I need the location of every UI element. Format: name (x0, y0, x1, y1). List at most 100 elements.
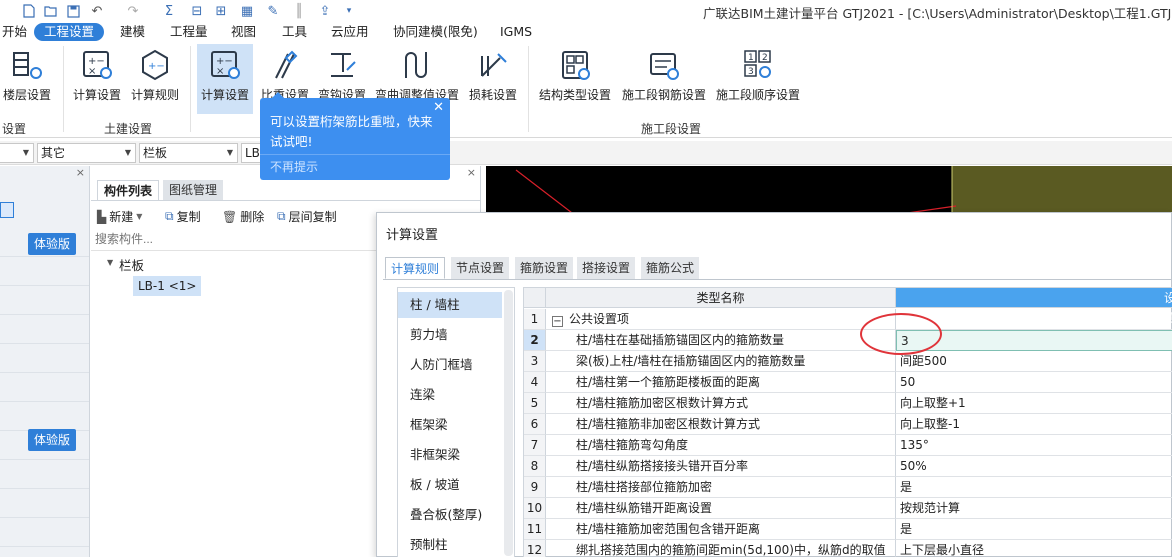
table-row[interactable]: 11 柱/墙柱箍筋加密范围包含错开距离 是 (524, 519, 1172, 540)
column-icon[interactable]: ║ (290, 2, 308, 20)
menu-collab-modeling[interactable]: 协同建模(限免) (393, 23, 478, 41)
category-item[interactable]: 人防门框墙 (398, 352, 502, 378)
menu-modeling[interactable]: 建模 (120, 23, 145, 41)
type-combo[interactable]: 栏板 ▼ (139, 143, 238, 163)
calc-settings-button[interactable]: +− × 计算设置 (70, 44, 124, 114)
table-row[interactable]: 9 柱/墙柱搭接部位箍筋加密 是 (524, 477, 1172, 498)
layout-icon[interactable]: ▦ (238, 2, 256, 20)
drawing-canvas[interactable] (486, 166, 1172, 216)
loss-settings-button[interactable]: 损耗设置 (466, 44, 520, 114)
new-button[interactable]: ▙ 新建 ▼ (97, 208, 142, 225)
section-order-button[interactable]: 1 2 3 施工段顺序设置 (714, 44, 802, 114)
floor-combo[interactable]: ▼ (0, 143, 34, 163)
sum-icon[interactable]: Σ (160, 2, 178, 20)
floor-settings-button[interactable]: 楼层设置 (0, 44, 54, 114)
menu-start[interactable]: 开始 (2, 23, 27, 41)
category-scrollbar[interactable] (504, 290, 513, 556)
list-item[interactable] (0, 403, 89, 431)
list-item[interactable] (0, 316, 89, 344)
type-combo-value: 栏板 (143, 146, 168, 160)
list-item[interactable] (0, 258, 89, 286)
open-file-icon[interactable] (42, 2, 60, 20)
qa-dropdown-icon[interactable]: ▾ (340, 2, 358, 20)
table-row[interactable]: 2 柱/墙柱在基础插筋锚固区内的箍筋数量 3 (524, 330, 1172, 351)
save-icon[interactable] (64, 2, 82, 20)
row-value[interactable]: 间距500 (896, 351, 1172, 372)
close-icon[interactable]: × (467, 166, 476, 179)
svg-text:×: × (88, 66, 96, 77)
export-icon[interactable]: ⇪ (316, 2, 334, 20)
section-rebar-button[interactable]: 施工段钢筋设置 (620, 44, 708, 114)
tree-root-item[interactable]: 栏板 (119, 255, 144, 274)
tab-component-list[interactable]: 构件列表 (97, 180, 160, 200)
trial-badge[interactable]: 体验版 (28, 429, 77, 451)
category-item[interactable]: 非框架梁 (398, 442, 502, 468)
row-value[interactable]: 135° (896, 435, 1172, 456)
menu-tools[interactable]: 工具 (282, 23, 307, 41)
table-row[interactable]: 5 柱/墙柱箍筋加密区根数计算方式 向上取整+1 (524, 393, 1172, 414)
close-icon[interactable]: × (76, 166, 85, 179)
list-item[interactable] (0, 345, 89, 373)
floor-copy-button[interactable]: ⧉ 层间复制 (277, 208, 337, 225)
table-row[interactable]: 4 柱/墙柱第一个箍筋距楼板面的距离 50 (524, 372, 1172, 393)
list-item[interactable] (0, 374, 89, 402)
category-item[interactable]: 剪力墙 (398, 322, 502, 348)
structure-type-button[interactable]: 结构类型设置 (536, 44, 614, 114)
grid-icon[interactable]: ⊞ (212, 2, 230, 20)
list-item[interactable] (0, 490, 89, 518)
calc-rules-button[interactable]: +− 计算规则 (128, 44, 182, 114)
table-row[interactable]: 1 − 公共设置项 (524, 309, 1172, 330)
menu-quantities[interactable]: 工程量 (170, 23, 208, 41)
menu-cloud[interactable]: 云应用 (331, 23, 369, 41)
rebar-calc-settings-button[interactable]: +− × 计算设置 (197, 44, 253, 114)
row-value[interactable]: 向上取整+1 (896, 393, 1172, 414)
trial-badge[interactable]: 体验版 (28, 233, 77, 255)
redo-icon[interactable]: ↷ (124, 2, 142, 20)
tree-child-item[interactable]: LB-1 <1> (133, 276, 202, 296)
menu-igms[interactable]: IGMS (500, 23, 532, 41)
row-value[interactable]: 按规范计算 (896, 498, 1172, 519)
table-row[interactable]: 6 柱/墙柱箍筋非加密区根数计算方式 向上取整-1 (524, 414, 1172, 435)
copy-button[interactable]: ⧉ 复制 (165, 208, 201, 225)
tab-stirrup-settings[interactable]: 箍筋设置 (515, 257, 574, 279)
collapse-icon[interactable]: − (552, 316, 563, 327)
row-value[interactable]: 是 (896, 519, 1172, 540)
category-item[interactable]: 柱 / 墙柱 (398, 292, 502, 318)
table-row[interactable]: 8 柱/墙柱纵筋搭接接头错开百分率 50% (524, 456, 1172, 477)
undo-icon[interactable]: ↶ (88, 2, 106, 20)
new-file-icon[interactable] (20, 2, 38, 20)
category-item[interactable]: 框架梁 (398, 412, 502, 438)
list-item[interactable] (0, 461, 89, 489)
delete-button[interactable]: 🗑 删除 (222, 208, 264, 225)
tab-stirrup-formula[interactable]: 箍筋公式 (641, 257, 700, 279)
row-value[interactable]: 是 (896, 477, 1172, 498)
row-value[interactable]: 向上取整-1 (896, 414, 1172, 435)
row-number: 12 (524, 540, 546, 557)
category-item[interactable]: 叠合板(整厚) (398, 502, 502, 528)
list-toggle-icon[interactable] (0, 202, 14, 218)
row-name: 柱/墙柱第一个箍筋距楼板面的距离 (546, 372, 896, 393)
category-item[interactable]: 连梁 (398, 382, 502, 408)
category-item[interactable]: 板 / 坡道 (398, 472, 502, 498)
menu-project-settings[interactable]: 工程设置 (34, 23, 105, 41)
category-combo[interactable]: 其它 ▼ (37, 143, 136, 163)
tab-calc-rules[interactable]: 计算规则 (385, 257, 446, 279)
table-row[interactable]: 12 绑扎搭接范围内的箍筋间距min(5d,100)中，纵筋d的取值 上下层最小… (524, 540, 1172, 557)
find-icon[interactable]: ⊟ (188, 2, 206, 20)
list-item[interactable] (0, 287, 89, 315)
tree-expand-icon[interactable]: ▼ (107, 258, 113, 267)
row-value[interactable]: 50% (896, 456, 1172, 477)
table-row[interactable]: 10 柱/墙柱纵筋错开距离设置 按规范计算 (524, 498, 1172, 519)
category-item[interactable]: 预制柱 (398, 532, 502, 557)
row-value[interactable]: 上下层最小直径 (896, 540, 1172, 557)
tab-node-settings[interactable]: 节点设置 (451, 257, 510, 279)
table-row[interactable]: 7 柱/墙柱箍筋弯勾角度 135° (524, 435, 1172, 456)
table-row[interactable]: 3 梁(板)上柱/墙柱在插筋锚固区内的箍筋数量 间距500 (524, 351, 1172, 372)
row-value[interactable]: 50 (896, 372, 1172, 393)
tab-drawing-management[interactable]: 图纸管理 (163, 180, 224, 200)
list-item[interactable] (0, 519, 89, 547)
menu-view[interactable]: 视图 (231, 23, 256, 41)
edit-icon[interactable]: ✎ (264, 2, 282, 20)
tab-lap-settings[interactable]: 搭接设置 (577, 257, 636, 279)
tooltip-dismiss-link[interactable]: 不再提示 (260, 154, 450, 180)
